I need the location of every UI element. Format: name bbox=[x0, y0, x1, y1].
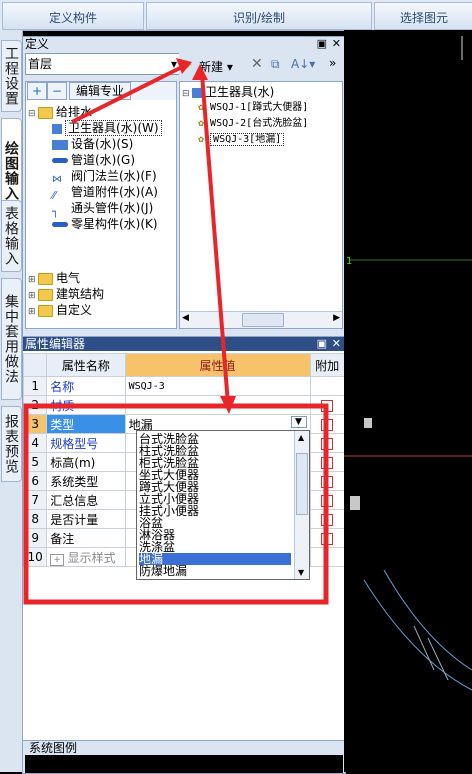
header-value: 属性值 bbox=[124, 353, 311, 377]
tab-report-preview[interactable]: 报表预览 bbox=[1, 406, 22, 482]
fitting-icon: ┐ bbox=[52, 204, 59, 218]
tab-table-input[interactable]: 表格输入 bbox=[1, 200, 22, 272]
vertical-tab-strip: 工程设置 绘图输入 表格输入 集中套用做法 报表预览 bbox=[0, 30, 23, 772]
tree-item-pipe[interactable]: 管道(水)(G) bbox=[52, 152, 135, 168]
define-component-button[interactable]: 定义构件 bbox=[2, 2, 144, 30]
list-root[interactable]: ⊟ 卫生器具(水) bbox=[182, 84, 274, 100]
canvas-label: 1 bbox=[346, 256, 353, 267]
folder-icon bbox=[38, 288, 53, 301]
pipe-icon bbox=[52, 158, 68, 163]
gear-icon: ✿ bbox=[198, 118, 211, 129]
header-name: 属性名称 bbox=[46, 353, 126, 377]
collapse-all-button[interactable]: − bbox=[47, 82, 67, 100]
select-figure-button[interactable]: 选择图元 bbox=[374, 2, 472, 30]
chevron-down-icon[interactable]: ▼ bbox=[290, 415, 307, 428]
identify-draw-button[interactable]: 识别/绘制 bbox=[146, 2, 372, 30]
list-item-wsqj-1[interactable]: ✿ WSQJ-1[蹲式大便器] bbox=[198, 100, 308, 116]
tree-item-fitting[interactable]: ┐ 通头管件(水)(J) bbox=[52, 200, 153, 218]
close-icon[interactable]: ✕ bbox=[332, 37, 341, 51]
list-item-wsqj-2[interactable]: ✿ WSQJ-2[台式洗脸盆] bbox=[198, 116, 308, 132]
more-icon[interactable]: » bbox=[329, 56, 336, 70]
delete-icon[interactable]: ✕ bbox=[251, 56, 263, 72]
component-tree: + − 编辑专业 ⊟ 给排水 卫生器具(水)(W) 设备(水)(S) 管道(水)(… bbox=[25, 81, 177, 329]
tree-item-sanitary[interactable]: 卫生器具(水)(W) bbox=[52, 120, 162, 136]
list-item-wsqj-3[interactable]: ✿ WSQJ-3[地漏] bbox=[198, 132, 285, 148]
tree-item-water[interactable]: ⊟ 给排水 bbox=[28, 104, 92, 120]
type-dropdown-list[interactable]: 台式洗脸盆 柱式洗脸盆 柜式洗脸盆 坐式大便器 蹲式大便器 立式小便器 挂式小便… bbox=[136, 430, 310, 580]
dropdown-option[interactable]: 防爆地漏 bbox=[139, 565, 187, 577]
tab-project-settings[interactable]: 工程设置 bbox=[1, 40, 22, 112]
property-editor-title: 属性编辑器 bbox=[23, 337, 345, 351]
copy-icon[interactable]: ⧉ bbox=[271, 57, 280, 72]
folder-icon bbox=[38, 304, 53, 317]
new-button[interactable]: 新建 ▾ bbox=[199, 58, 233, 75]
chevron-down-icon: ▾ bbox=[170, 57, 177, 71]
sort-icon[interactable]: A↓▾ bbox=[291, 57, 315, 71]
checkbox[interactable] bbox=[321, 513, 334, 526]
checkbox[interactable] bbox=[321, 532, 334, 545]
accessory-icon: ⁄⁄ bbox=[52, 188, 56, 202]
checkbox[interactable] bbox=[321, 456, 334, 469]
table-row[interactable]: 1 名称 WSQJ-3 bbox=[22, 376, 345, 396]
dropdown-scrollbar[interactable]: ▲ ▼ bbox=[294, 431, 309, 579]
header-add: 附加 bbox=[309, 353, 345, 377]
tree-item-electrical[interactable]: ⊞ 电气 bbox=[28, 270, 80, 286]
close-icon[interactable]: ✕ bbox=[332, 337, 341, 351]
new-icon: ✦ bbox=[183, 58, 194, 72]
tree-item-misc[interactable]: 零星构件(水)(K) bbox=[52, 216, 158, 232]
gear-icon: ✿ bbox=[198, 134, 211, 145]
valve-icon: ⋈ bbox=[52, 173, 62, 185]
pin-icon[interactable]: ▣ bbox=[317, 337, 327, 351]
pin-icon[interactable]: ▣ bbox=[317, 37, 327, 51]
tree-item-valve[interactable]: ⋈ 阀门法兰(水)(F) bbox=[52, 168, 157, 185]
horizontal-scrollbar[interactable]: ◀ ▶ bbox=[180, 311, 342, 328]
floor-select[interactable]: 首层 ▾ bbox=[25, 53, 181, 75]
tree-item-equipment[interactable]: 设备(水)(S) bbox=[52, 136, 133, 152]
checkbox[interactable] bbox=[321, 399, 334, 412]
define-panel: 定义 ▣ ✕ 首层 ▾ + − 编辑专业 ⊟ 给排水 卫生器具(水)(W) 设备(… bbox=[22, 36, 346, 338]
expand-all-button[interactable]: + bbox=[27, 82, 47, 100]
tree-item-custom[interactable]: ⊞ 自定义 bbox=[28, 302, 92, 318]
header-num bbox=[22, 353, 48, 377]
component-list: ⊟ 卫生器具(水) ✿ WSQJ-1[蹲式大便器] ✿ WSQJ-2[台式洗脸盆]… bbox=[179, 81, 343, 329]
legend-title: 系统图例 bbox=[23, 741, 345, 755]
gear-icon: ✿ bbox=[198, 102, 211, 113]
edit-specialty-button[interactable]: 编辑专业 bbox=[69, 82, 131, 100]
expand-icon[interactable]: + bbox=[50, 553, 64, 566]
define-panel-title: 定义 bbox=[23, 37, 345, 51]
checkbox[interactable] bbox=[321, 475, 334, 488]
checkbox[interactable] bbox=[321, 437, 334, 450]
legend-preview bbox=[25, 755, 343, 773]
sanitary-icon bbox=[52, 123, 62, 134]
folder-icon bbox=[38, 272, 53, 285]
top-toolbar: 定义构件 识别/绘制 选择图元 bbox=[0, 0, 472, 31]
component-list-toolbar: ✦ 新建 ▾ ✕ ⧉ A↓▾ » bbox=[179, 53, 343, 79]
drawing-canvas[interactable]: 1 bbox=[344, 30, 472, 772]
sanitary-icon bbox=[192, 87, 202, 98]
equipment-icon bbox=[52, 139, 68, 150]
checkbox[interactable] bbox=[321, 418, 334, 431]
system-legend-panel: 系统图例 bbox=[22, 740, 346, 774]
folder-icon bbox=[38, 106, 53, 119]
tree-item-pipe-accessory[interactable]: ⁄⁄ 管道附件(水)(A) bbox=[52, 184, 158, 202]
tree-item-structure[interactable]: ⊞ 建筑结构 bbox=[28, 286, 104, 302]
tab-batch-apply[interactable]: 集中套用做法 bbox=[1, 278, 22, 400]
table-row[interactable]: 2 材质 bbox=[22, 395, 345, 415]
misc-icon bbox=[52, 222, 68, 227]
checkbox[interactable] bbox=[321, 494, 334, 507]
